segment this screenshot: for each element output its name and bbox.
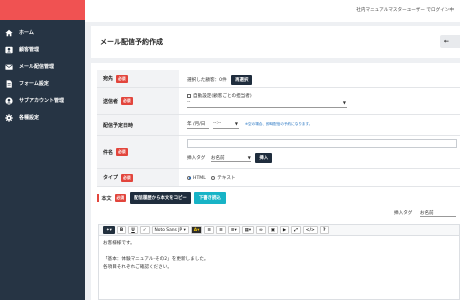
table-button[interactable]: ▦▾ [241, 226, 255, 234]
body-insert-tag-label: 挿入タグ [394, 211, 413, 216]
chevron-down-icon: ▼ [247, 155, 251, 160]
gear-icon [5, 113, 13, 122]
subject-input[interactable] [187, 139, 457, 148]
help-button[interactable]: ? [319, 226, 329, 234]
link-button[interactable]: ∞ [256, 226, 266, 234]
sidebar-item-customers[interactable]: 顧客管理 [0, 41, 85, 58]
underline-button[interactable]: U [128, 226, 138, 234]
recipient-row: 宛先 必須 選択した顧客：0件 再選択 [97, 70, 460, 88]
required-badge: 必須 [114, 194, 127, 202]
sender-select-value: -- [187, 100, 191, 105]
top-bar: 社内マニュアルマスターユーザー でログイン中 [85, 0, 460, 22]
fullscreen-button[interactable]: ⤢ [291, 226, 301, 234]
code-view-button[interactable]: </> [302, 226, 318, 234]
chevron-down-icon: ▼ [234, 121, 238, 126]
sidebar-item-label: フォーム設定 [19, 81, 49, 87]
body-insert-tag-select[interactable]: お名前 [419, 210, 456, 217]
recipient-count: 選択した顧客：0件 [187, 78, 227, 83]
sidebar-item-forms[interactable]: フォーム設定 [0, 75, 85, 92]
sidebar-brand-bar [0, 0, 85, 20]
type-row: タイプ 必須 HTML テキスト [97, 169, 460, 187]
sender-select[interactable]: -- ▼ [187, 100, 347, 108]
paragraph-button[interactable]: ≡▾ [227, 226, 240, 234]
editor-line: お客様様です。 [103, 241, 135, 246]
type-text-radio[interactable] [211, 175, 216, 180]
sidebar-item-label: 各種設定 [19, 115, 40, 121]
body-insert-tag-value: お名前 [419, 211, 434, 216]
font-family-select[interactable]: Noto Sans JP ▾ [151, 226, 189, 234]
body-accent-bar [97, 194, 99, 202]
insert-tag-button[interactable]: 挿入 [255, 153, 273, 163]
editor-toolbar: ✦▾ B U ✓ Noto Sans JP ▾ A▾ ≡ ≡ ≡▾ ▦▾ ∞ ▣… [98, 224, 460, 236]
load-draft-button[interactable]: 下書き読込 [193, 192, 226, 204]
type-label: タイプ [103, 175, 119, 181]
body-header: 本文 必須 配信履歴から本文をコピー 下書き読込 [97, 192, 226, 204]
sidebar-item-settings[interactable]: 各種設定 [0, 109, 85, 126]
required-badge: 必須 [121, 173, 133, 182]
time-value: --:-- [213, 121, 222, 126]
login-status: 社内マニュアルマスターユーザー でログイン中 [356, 8, 454, 13]
account-icon [5, 96, 13, 105]
auto-sender-label: 自動設定(顧客ごとの担当者) [193, 94, 252, 99]
text-color-button[interactable]: A▾ [190, 226, 203, 234]
clear-format-button[interactable]: ✓ [139, 226, 150, 234]
schedule-row: 配信予定日時 年 /月/日 --:-- ▼ ※空の場合、即時配信の予約になります… [97, 115, 460, 136]
sidebar: ホーム 顧客管理 メール配信管理 フォーム設定 サブアカウント管理 各種設定 [0, 0, 85, 300]
insert-tag-value: お名前 [210, 156, 225, 161]
home-icon [5, 29, 13, 37]
user-icon [5, 46, 13, 54]
schedule-label: 配信予定日時 [103, 122, 134, 129]
sidebar-item-mail[interactable]: メール配信管理 [0, 58, 85, 75]
back-button[interactable]: ← [440, 35, 460, 48]
sidebar-item-label: メール配信管理 [19, 64, 55, 70]
video-button[interactable]: ▶ [279, 226, 290, 234]
ordered-list-button[interactable]: ≡ [216, 226, 226, 234]
schedule-note: ※空の場合、即時配信の予約になります。 [245, 122, 313, 126]
mail-icon [5, 63, 13, 71]
sidebar-item-label: サブアカウント管理 [19, 98, 65, 104]
sidebar-item-subaccounts[interactable]: サブアカウント管理 [0, 92, 85, 109]
subject-label: 件名 [103, 149, 114, 156]
insert-tag-label: 挿入タグ [187, 156, 206, 161]
body-label: 本文 [101, 195, 112, 202]
required-badge: 必須 [116, 148, 128, 156]
required-badge: 必須 [116, 74, 128, 83]
sidebar-item-label: ホーム [19, 30, 34, 36]
sender-row: 送信者 必須 自動設定(顧客ごとの担当者) -- ▼ [97, 88, 460, 115]
reselect-button[interactable]: 再選択 [231, 75, 253, 85]
sender-label: 送信者 [103, 98, 119, 105]
date-value: 年 /月/日 [187, 122, 206, 127]
type-html-radio[interactable] [187, 175, 191, 180]
chevron-down-icon: ▼ [342, 100, 346, 105]
editor-line: 「基本：体験マニュアル-その2」を更新しました。 [103, 257, 209, 262]
page-title: メール配信予約作成 [100, 38, 163, 46]
type-text-label: テキスト [217, 176, 236, 181]
unordered-list-button[interactable]: ≡ [204, 226, 215, 234]
image-button[interactable]: ▣ [267, 226, 278, 234]
document-icon [5, 79, 13, 88]
insert-tag-select[interactable]: お名前 ▼ [210, 155, 251, 162]
bold-button[interactable]: B [116, 226, 127, 234]
font-family-value: Noto Sans JP [154, 227, 183, 233]
copy-from-history-button[interactable]: 配信履歴から本文をコピー [130, 192, 191, 204]
required-badge: 必須 [121, 97, 133, 105]
auto-sender-checkbox[interactable] [187, 93, 191, 98]
sidebar-item-label: 顧客管理 [19, 47, 40, 53]
editor-body[interactable]: お客様様です。 「基本：体験マニュアル-その2」を更新しました。 各項目それぞれ… [98, 236, 460, 300]
date-input[interactable]: 年 /月/日 [187, 121, 209, 129]
subject-row: 件名 必須 挿入タグ お名前 ▼ 挿入 [97, 136, 460, 169]
sidebar-item-home[interactable]: ホーム [0, 24, 85, 41]
magic-wand-icon[interactable]: ✦▾ [103, 226, 115, 234]
title-bar: メール配信予約作成 ← [91, 26, 460, 58]
time-input[interactable]: --:-- ▼ [213, 121, 239, 129]
editor-line: 各項目それぞれご確認ください。 [103, 265, 172, 270]
recipient-label: 宛先 [103, 76, 114, 82]
type-html-label: HTML [193, 176, 206, 181]
